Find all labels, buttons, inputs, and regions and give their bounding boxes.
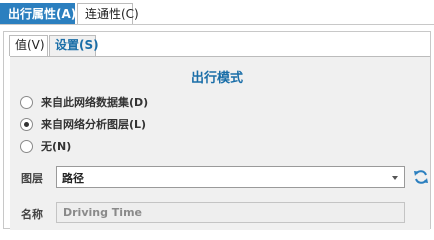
- name-label: 名称: [21, 208, 43, 221]
- chevron-down-icon[interactable]: [392, 176, 398, 180]
- name-field-value: Driving Time: [63, 206, 142, 219]
- layer-select[interactable]: 路径: [56, 166, 405, 188]
- tab-settings[interactable]: 设置(S): [49, 35, 99, 56]
- section-title: 出行模式: [190, 71, 243, 86]
- layer-select-value: 路径: [62, 172, 84, 185]
- radio-button[interactable]: [20, 139, 33, 153]
- radio-label: 来自网络分析图层(L): [41, 118, 147, 131]
- tab-travel-attributes[interactable]: 出行属性(A): [0, 3, 76, 25]
- tab-values[interactable]: 值(V): [9, 35, 48, 56]
- radio-none[interactable]: 无(N): [20, 138, 71, 154]
- radio-label: 来自此网络数据集(D): [41, 96, 149, 109]
- name-field: Driving Time: [56, 202, 405, 223]
- radio-label: 无(N): [41, 140, 72, 153]
- layer-label: 图层: [21, 172, 43, 185]
- refresh-button[interactable]: [412, 168, 430, 186]
- radio-from-analysis-layer[interactable]: 来自网络分析图层(L): [20, 116, 146, 132]
- radio-from-network-dataset[interactable]: 来自此网络数据集(D): [20, 94, 148, 110]
- radio-button[interactable]: [20, 117, 33, 131]
- radio-button[interactable]: [20, 95, 33, 109]
- tab-strip-divider: [0, 24, 434, 25]
- refresh-icon: [414, 170, 428, 184]
- tab-connectivity[interactable]: 连通性(C): [77, 3, 139, 25]
